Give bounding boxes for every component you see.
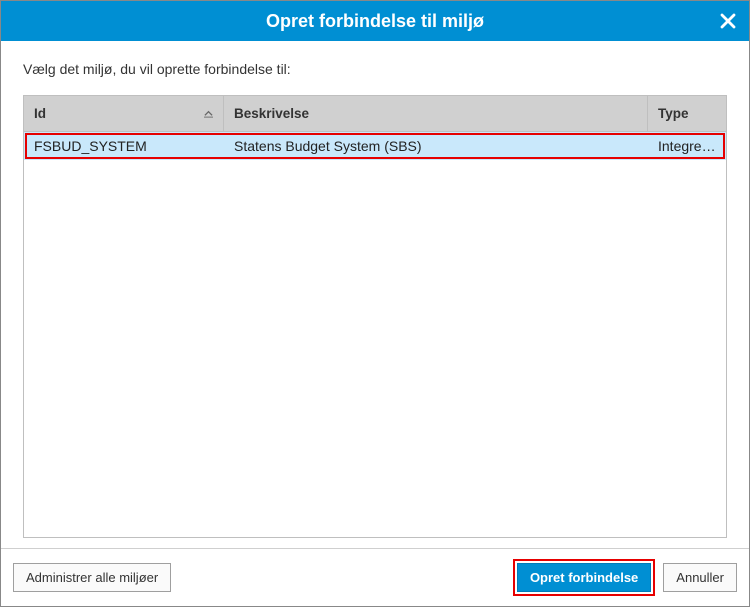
cancel-button[interactable]: Annuller bbox=[663, 563, 737, 592]
table-body: FSBUD_SYSTEM Statens Budget System (SBS)… bbox=[24, 132, 726, 537]
column-header-label: Type bbox=[658, 106, 689, 121]
dialog-footer: Administrer alle miljøer Opret forbindel… bbox=[1, 548, 749, 606]
cell-id: FSBUD_SYSTEM bbox=[24, 132, 224, 160]
cell-description: Statens Budget System (SBS) bbox=[224, 132, 648, 160]
environment-table: Id Beskrivelse Type FSBUD_SYSTEM Statens… bbox=[23, 95, 727, 538]
instruction-text: Vælg det miljø, du vil oprette forbindel… bbox=[23, 61, 727, 77]
annotation-highlight-connect: Opret forbindelse bbox=[513, 559, 655, 596]
dialog-title: Opret forbindelse til miljø bbox=[266, 11, 484, 32]
table-row[interactable]: FSBUD_SYSTEM Statens Budget System (SBS)… bbox=[24, 132, 726, 160]
column-header-type[interactable]: Type bbox=[648, 96, 726, 131]
connect-environment-dialog: Opret forbindelse til miljø Vælg det mil… bbox=[0, 0, 750, 607]
column-header-description[interactable]: Beskrivelse bbox=[224, 96, 648, 131]
dialog-content: Vælg det miljø, du vil oprette forbindel… bbox=[1, 41, 749, 548]
sort-ascending-icon bbox=[203, 109, 213, 119]
table-header: Id Beskrivelse Type bbox=[24, 96, 726, 132]
footer-actions: Opret forbindelse Annuller bbox=[513, 559, 737, 596]
dialog-titlebar: Opret forbindelse til miljø bbox=[1, 1, 749, 41]
close-icon bbox=[720, 13, 736, 29]
manage-environments-button[interactable]: Administrer alle miljøer bbox=[13, 563, 171, 592]
close-button[interactable] bbox=[717, 10, 739, 32]
column-header-id[interactable]: Id bbox=[24, 96, 224, 131]
cell-type: Integre… bbox=[648, 132, 726, 160]
column-header-label: Id bbox=[34, 106, 46, 121]
connect-button[interactable]: Opret forbindelse bbox=[517, 563, 651, 592]
column-header-label: Beskrivelse bbox=[234, 106, 309, 121]
